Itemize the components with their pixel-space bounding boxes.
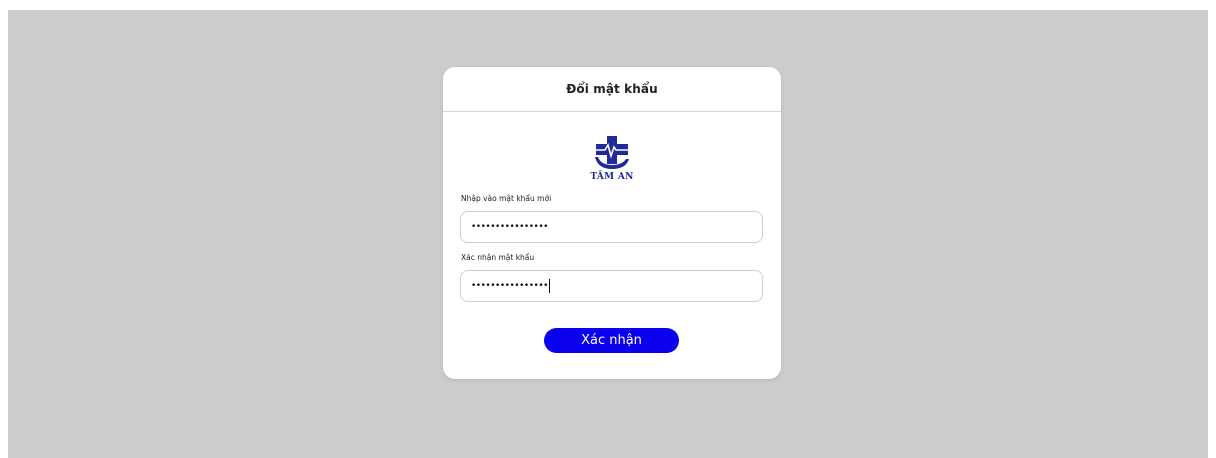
text-caret — [548, 279, 550, 293]
confirm-password-field[interactable]: •••••••••••••••• — [460, 270, 763, 302]
new-password-label: Nhập vào mật khẩu mới — [461, 194, 552, 203]
dialog-title: Đổi mật khẩu — [566, 82, 658, 96]
confirm-button[interactable]: Xác nhận — [544, 328, 679, 353]
tam-an-logo: TÂM AN — [588, 135, 636, 187]
dialog-header: Đổi mật khẩu — [443, 67, 781, 112]
new-password-value: •••••••••••••••• — [471, 222, 548, 232]
confirm-password-value: •••••••••••••••• — [471, 281, 548, 291]
new-password-field[interactable]: •••••••••••••••• — [460, 211, 763, 243]
confirm-password-label: Xác nhận mật khẩu — [461, 253, 535, 262]
change-password-dialog: Đổi mật khẩu TÂM AN Nhập vào mật khẩu mớ… — [443, 67, 781, 379]
medical-cross-heartbeat-hand-logo-icon — [594, 136, 630, 169]
logo-text: TÂM AN — [590, 172, 634, 182]
